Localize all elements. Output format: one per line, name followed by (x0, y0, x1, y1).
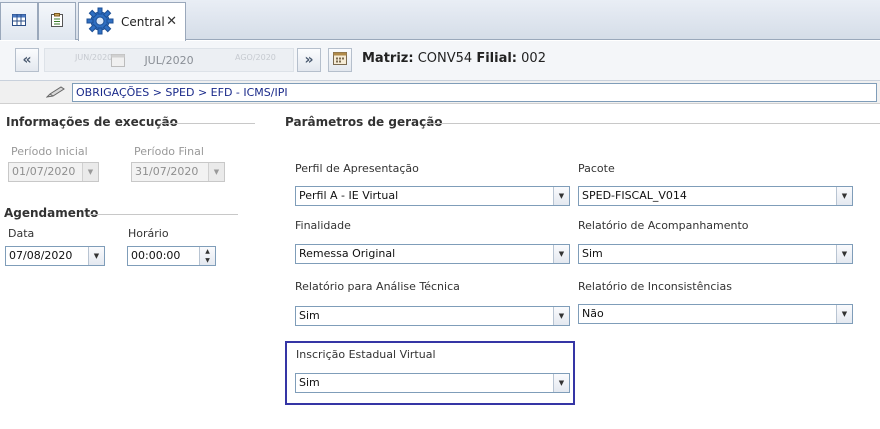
data-label: Data (8, 227, 35, 240)
filial-value: 002 (521, 51, 546, 66)
previous-period-button[interactable]: « (15, 48, 39, 72)
schedule-section-title: Agendamento (4, 206, 99, 220)
tab-central-label: Central (121, 15, 165, 29)
grid-table-icon (12, 14, 26, 29)
section-divider (88, 214, 238, 215)
finalidade-value: Remessa Original (299, 247, 396, 260)
chevron-down-icon[interactable]: ▼ (836, 305, 852, 323)
chevron-down-icon[interactable]: ▼ (553, 245, 569, 263)
spin-down-icon[interactable]: ▼ (200, 256, 215, 265)
parameters-section-title: Parâmetros de geração (285, 115, 443, 129)
periodo-inicial-field: 01/07/2020 ▼ (8, 162, 99, 182)
rel-analise-select[interactable]: Sim ▼ (295, 306, 570, 326)
rel-inconsistencias-select[interactable]: Não ▼ (578, 304, 853, 324)
rel-analise-label: Relatório para Análise Técnica (295, 280, 460, 293)
tab-central[interactable]: Central ✕ (78, 2, 186, 41)
rel-inconsistencias-value: Não (582, 307, 604, 320)
rel-inconsistencias-label: Relatório de Inconsistências (578, 280, 732, 293)
spin-up-icon[interactable]: ▲ (200, 247, 215, 256)
chevron-down-icon[interactable]: ▼ (553, 307, 569, 325)
calendar-icon (333, 51, 347, 69)
rel-acompanhamento-label: Relatório de Acompanhamento (578, 219, 749, 232)
breadcrumb-bar: OBRIGAÇÕES > SPED > EFD - ICMS/IPI (0, 81, 880, 104)
perfil-label: Perfil de Apresentação (295, 162, 419, 175)
matriz-label: Matriz: (362, 51, 414, 66)
pacote-select[interactable]: SPED-FISCAL_V014 ▼ (578, 186, 853, 206)
pacote-label: Pacote (578, 162, 615, 175)
periodo-final-value: 31/07/2020 (135, 165, 199, 178)
horario-value: 00:00:00 (131, 249, 181, 262)
company-info: Matriz: CONV54 Filial: 002 (362, 51, 546, 66)
spinner-arrows[interactable]: ▲ ▼ (199, 247, 215, 265)
chevron-down-icon[interactable]: ▼ (836, 245, 852, 263)
tab-checklist[interactable] (38, 2, 76, 40)
perfil-select[interactable]: Perfil A - IE Virtual ▼ (295, 186, 570, 206)
finalidade-select[interactable]: Remessa Original ▼ (295, 244, 570, 264)
ie-virtual-value: Sim (299, 376, 320, 389)
gear-icon (85, 6, 115, 39)
data-value: 07/08/2020 (9, 249, 73, 262)
pacote-value: SPED-FISCAL_V014 (582, 189, 687, 202)
periodo-final-field: 31/07/2020 ▼ (131, 162, 225, 182)
rel-acompanhamento-value: Sim (582, 247, 603, 260)
chevron-down-icon: ▼ (82, 163, 98, 181)
finalidade-label: Finalidade (295, 219, 351, 232)
horario-label: Horário (128, 227, 169, 240)
period-prev-ghost: JUN/2020 (75, 53, 113, 62)
tab-strip: Central ✕ (0, 0, 880, 41)
chevron-down-icon[interactable]: ▼ (553, 187, 569, 205)
periodo-inicial-value: 01/07/2020 (12, 165, 76, 178)
filial-label: Filial: (476, 51, 518, 66)
data-date-picker[interactable]: 07/08/2020 ▼ (5, 246, 105, 266)
perfil-value: Perfil A - IE Virtual (299, 189, 399, 202)
pen-icon (45, 85, 66, 102)
section-divider (425, 123, 880, 124)
chevron-down-icon[interactable]: ▼ (836, 187, 852, 205)
matriz-value: CONV54 (417, 51, 473, 66)
rel-analise-value: Sim (299, 309, 320, 322)
horario-time-spinner[interactable]: 00:00:00 ▲ ▼ (127, 246, 216, 266)
close-icon[interactable]: ✕ (166, 14, 177, 29)
section-divider (160, 123, 255, 124)
periodo-inicial-label: Período Inicial (11, 145, 88, 158)
calendar-button[interactable] (328, 48, 352, 72)
periodo-final-label: Período Final (134, 145, 204, 158)
execution-section-title: Informações de execução (6, 115, 178, 129)
ie-virtual-select[interactable]: Sim ▼ (295, 373, 570, 393)
calendar-icon (111, 53, 125, 70)
tab-grid[interactable] (0, 2, 38, 40)
period-next-ghost: AGO/2020 (235, 53, 276, 62)
period-selector[interactable]: JUN/2020 JUL/2020 AGO/2020 (44, 48, 294, 72)
current-period: JUL/2020 (144, 53, 194, 67)
next-period-button[interactable]: » (297, 48, 321, 72)
breadcrumb: OBRIGAÇÕES > SPED > EFD - ICMS/IPI (72, 83, 877, 102)
chevron-down-icon[interactable]: ▼ (88, 247, 104, 265)
period-toolbar: « JUN/2020 JUL/2020 AGO/2020 » Matriz: C… (0, 41, 880, 81)
chevron-down-icon[interactable]: ▼ (553, 374, 569, 392)
rel-acompanhamento-select[interactable]: Sim ▼ (578, 244, 853, 264)
clipboard-checklist-icon (51, 13, 63, 30)
chevron-down-icon: ▼ (208, 163, 224, 181)
ie-virtual-label: Inscrição Estadual Virtual (296, 348, 436, 361)
